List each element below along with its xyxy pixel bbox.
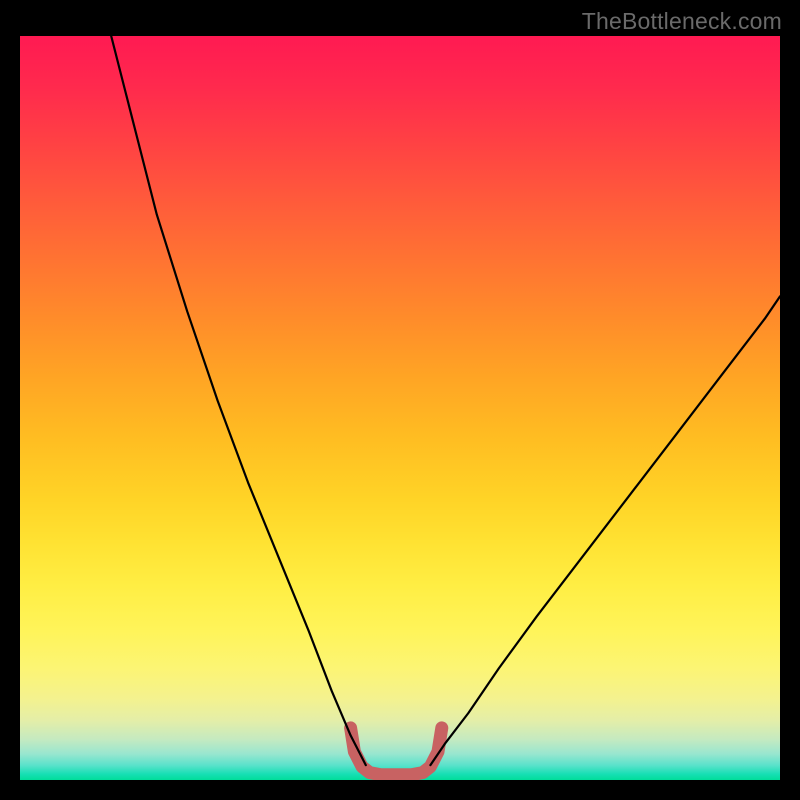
series-left-curve — [111, 36, 366, 765]
plot-area — [20, 36, 780, 780]
series-bottom-plateau — [351, 728, 442, 775]
watermark-text: TheBottleneck.com — [582, 8, 782, 35]
chart-frame: TheBottleneck.com — [0, 0, 800, 800]
curves-layer — [20, 36, 780, 780]
series-right-curve — [430, 296, 780, 765]
